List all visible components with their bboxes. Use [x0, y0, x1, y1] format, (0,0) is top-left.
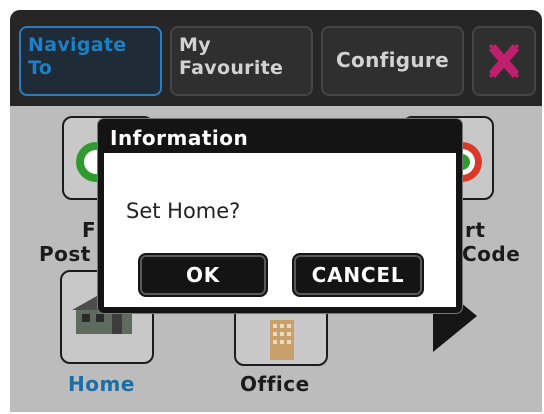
cancel-button[interactable]: CANCEL: [292, 253, 424, 297]
tile-label-code: Code: [462, 242, 521, 266]
tile-label-find: F: [82, 218, 97, 242]
close-button[interactable]: [472, 26, 536, 96]
tile-label-home: Home: [68, 372, 135, 396]
tab-my-favourite[interactable]: My Favourite: [170, 26, 313, 96]
top-menu-bar: Navigate To My Favourite Configure: [10, 10, 542, 106]
close-icon: [488, 44, 520, 78]
tile-label-rt: rt: [465, 218, 486, 242]
tab-configure[interactable]: Configure: [321, 26, 464, 96]
dialog-message: Set Home?: [126, 199, 241, 223]
information-dialog: Information Set Home? OK CANCEL: [98, 119, 462, 313]
tile-label-office: Office: [240, 372, 310, 396]
nav-screen: Navigate To My Favourite Configure F Pos…: [10, 10, 542, 412]
tab-navigate-to[interactable]: Navigate To: [19, 26, 162, 96]
ok-button[interactable]: OK: [138, 253, 268, 297]
dialog-title: Information: [104, 125, 456, 153]
tile-label-post: Post: [39, 242, 91, 266]
